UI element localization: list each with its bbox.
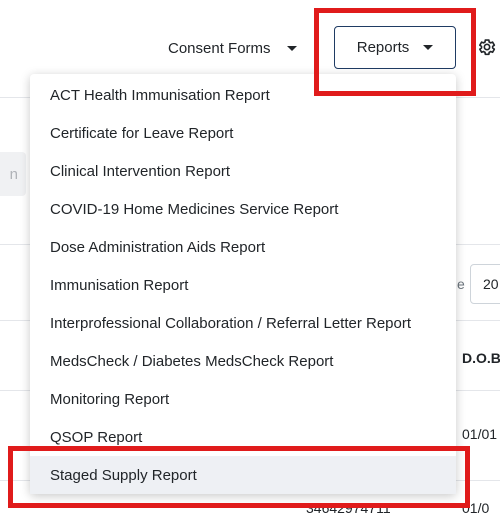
search-placeholder: n [9, 165, 18, 183]
menu-item-dose-administration-aids-report[interactable]: Dose Administration Aids Report [30, 228, 456, 266]
menu-item-covid19-home-medicines-service-report[interactable]: COVID-19 Home Medicines Service Report [30, 190, 456, 228]
menu-item-certificate-for-leave-report[interactable]: Certificate for Leave Report [30, 114, 456, 152]
page-size-value: 20 [483, 276, 499, 292]
menu-item-staged-supply-report[interactable]: Staged Supply Report [30, 456, 456, 494]
menu-item-medscheck-report[interactable]: MedsCheck / Diabetes MedsCheck Report [30, 342, 456, 380]
caret-down-icon [286, 45, 297, 51]
table-cell-dob: 01/01 [462, 426, 498, 442]
menu-item-monitoring-report[interactable]: Monitoring Report [30, 380, 456, 418]
gear-icon[interactable] [476, 36, 498, 58]
reports-dropdown-button[interactable]: Reports [334, 26, 456, 69]
reports-dropdown-menu: ACT Health Immunisation Report Certifica… [30, 74, 456, 494]
caret-down-icon [423, 45, 434, 50]
menu-item-clinical-intervention-report[interactable]: Clinical Intervention Report [30, 152, 456, 190]
page-size-select[interactable]: 20 [470, 264, 500, 304]
page-size-label: e [457, 276, 465, 292]
consent-forms-label: Consent Forms [168, 39, 271, 57]
search-input[interactable]: n [0, 152, 26, 196]
table-cell-id: 34642974711 [306, 500, 391, 516]
menu-item-act-health-immunisation-report[interactable]: ACT Health Immunisation Report [30, 76, 456, 114]
menu-item-qsop-report[interactable]: QSOP Report [30, 418, 456, 456]
menu-item-interprofessional-collaboration-report[interactable]: Interprofessional Collaboration / Referr… [30, 304, 456, 342]
table-cell-dob: 01/0 [462, 500, 490, 516]
column-header-dob: D.O.B [462, 350, 500, 366]
consent-forms-dropdown[interactable]: Consent Forms [160, 30, 305, 66]
menu-item-immunisation-report[interactable]: Immunisation Report [30, 266, 456, 304]
reports-label: Reports [356, 39, 410, 56]
